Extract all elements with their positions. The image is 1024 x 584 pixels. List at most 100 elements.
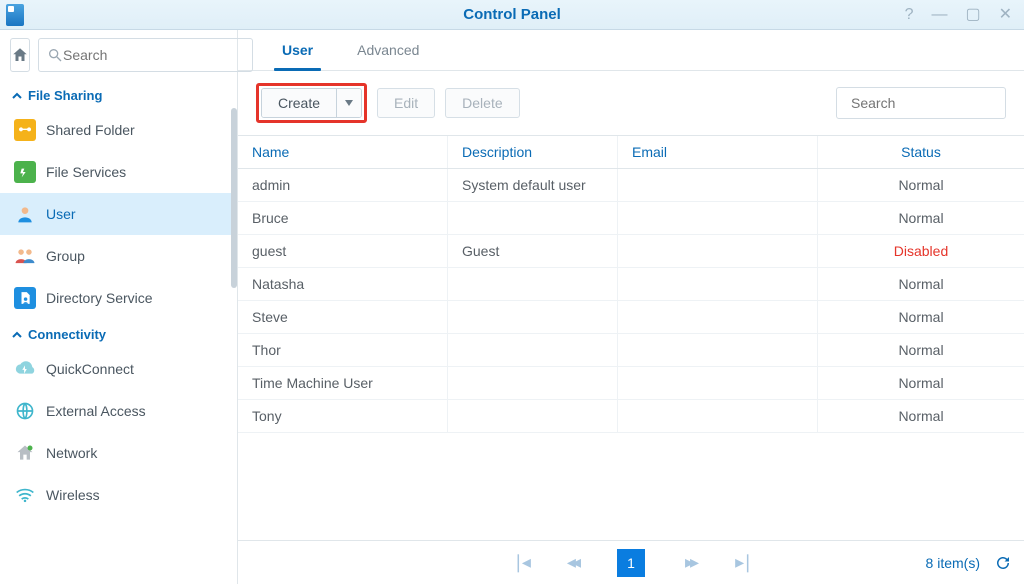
sidebar-item-network[interactable]: Network [0, 432, 237, 474]
filter-input[interactable] [851, 95, 1024, 111]
tab-advanced[interactable]: Advanced [335, 30, 441, 70]
page-prev-button[interactable]: ◂◂ [567, 552, 577, 573]
cell-email [618, 301, 818, 333]
create-highlight: Create [256, 83, 367, 123]
cell-name: Natasha [238, 268, 448, 300]
home-button[interactable] [10, 38, 30, 72]
minimize-icon[interactable]: — [927, 4, 951, 26]
shared-folder-icon [14, 119, 36, 141]
sidebar-search-row [0, 30, 237, 80]
sidebar-item-group[interactable]: Group [0, 235, 237, 277]
cell-description [448, 367, 618, 399]
table-row[interactable]: guestGuest Disabled [238, 235, 1024, 268]
sidebar-search-input[interactable] [63, 47, 244, 63]
toolbar: Create Edit Delete [238, 71, 1024, 135]
cell-status: Normal [818, 334, 1024, 366]
home-icon [11, 46, 29, 64]
cell-name: admin [238, 169, 448, 201]
close-icon[interactable]: ✕ [995, 4, 1016, 26]
page-last-button[interactable]: ▸❘ [735, 552, 751, 573]
table-row[interactable]: Time Machine UserNormal [238, 367, 1024, 400]
section-connectivity-label: Connectivity [28, 327, 106, 342]
cell-name: Bruce [238, 202, 448, 234]
cell-status: Normal [818, 169, 1024, 201]
sidebar-item-wireless[interactable]: Wireless [0, 474, 237, 516]
create-button[interactable]: Create [262, 89, 337, 117]
body: File Sharing Shared Folder File Services [0, 30, 1024, 584]
cell-status: Normal [818, 301, 1024, 333]
sidebar-item-external-access[interactable]: External Access [0, 390, 237, 432]
delete-button[interactable]: Delete [445, 88, 519, 118]
titlebar: Control Panel ? — ▢ ✕ [0, 0, 1024, 30]
col-description[interactable]: Description [448, 136, 618, 168]
col-email[interactable]: Email [618, 136, 818, 168]
cell-status: Disabled [818, 235, 1024, 267]
cell-status: Normal [818, 400, 1024, 432]
table-row[interactable]: Bruce Normal [238, 202, 1024, 235]
section-file-sharing[interactable]: File Sharing [0, 80, 237, 109]
maximize-icon[interactable]: ▢ [961, 4, 984, 26]
cell-email [618, 400, 818, 432]
sidebar-item-label: Wireless [46, 487, 100, 503]
search-icon [47, 47, 63, 63]
help-icon[interactable]: ? [901, 4, 918, 26]
sidebar-item-quickconnect[interactable]: QuickConnect [0, 348, 237, 390]
page-next-button[interactable]: ▸▸ [685, 552, 695, 573]
refresh-icon [994, 554, 1012, 572]
filter-box[interactable] [836, 87, 1006, 119]
section-connectivity[interactable]: Connectivity [0, 319, 237, 348]
cell-email [618, 235, 818, 267]
section-file-sharing-label: File Sharing [28, 88, 102, 103]
col-status[interactable]: Status [818, 136, 1024, 168]
nav-list-connectivity: QuickConnect External Access Network [0, 348, 237, 516]
table-row[interactable]: adminSystem default user Normal [238, 169, 1024, 202]
cell-description [448, 202, 618, 234]
edit-button[interactable]: Edit [377, 88, 435, 118]
refresh-button[interactable] [994, 554, 1012, 572]
window-controls: ? — ▢ ✕ [901, 4, 1016, 26]
cell-description: Guest [448, 235, 618, 267]
cell-status: Normal [818, 202, 1024, 234]
cell-name: guest [238, 235, 448, 267]
create-button-group: Create [261, 88, 362, 118]
page-first-button[interactable]: ❘◂ [511, 552, 527, 573]
wireless-icon [14, 484, 36, 506]
sidebar-item-label: QuickConnect [46, 361, 134, 377]
table-row[interactable]: Steve Normal [238, 301, 1024, 334]
external-access-icon [14, 400, 36, 422]
cell-description [448, 268, 618, 300]
cell-description [448, 400, 618, 432]
col-name[interactable]: Name [238, 136, 448, 168]
pager: ❘◂ ◂◂ 1 ▸▸ ▸❘ 8 item(s) [238, 540, 1024, 584]
cell-description [448, 334, 618, 366]
sidebar-item-user[interactable]: User [0, 193, 237, 235]
sidebar-item-label: User [46, 206, 76, 222]
table-row[interactable]: Natasha Normal [238, 268, 1024, 301]
cell-description: System default user [448, 169, 618, 201]
file-services-icon [14, 161, 36, 183]
item-count: 8 item(s) [926, 555, 980, 571]
cell-email [618, 334, 818, 366]
sidebar-item-label: Shared Folder [46, 122, 135, 138]
table-row[interactable]: Thor Normal [238, 334, 1024, 367]
cell-email [618, 268, 818, 300]
cell-description [448, 301, 618, 333]
table-row[interactable]: TonyNormal [238, 400, 1024, 433]
sidebar-scrollbar[interactable] [231, 108, 237, 288]
user-table: Name Description Email Status adminSyste… [238, 135, 1024, 540]
cell-email [618, 169, 818, 201]
network-icon [14, 442, 36, 464]
sidebar-item-file-services[interactable]: File Services [0, 151, 237, 193]
sidebar-item-directory-service[interactable]: Directory Service [0, 277, 237, 319]
create-dropdown-button[interactable] [337, 89, 361, 117]
sidebar-item-shared-folder[interactable]: Shared Folder [0, 109, 237, 151]
window-title: Control Panel [0, 6, 1024, 23]
chevron-up-icon [12, 330, 22, 340]
tab-user[interactable]: User [260, 30, 335, 70]
quickconnect-icon [14, 358, 36, 380]
sidebar-item-label: Group [46, 248, 85, 264]
cell-name: Steve [238, 301, 448, 333]
cell-name: Thor [238, 334, 448, 366]
cell-status: Normal [818, 268, 1024, 300]
sidebar-search-box[interactable] [38, 38, 253, 72]
